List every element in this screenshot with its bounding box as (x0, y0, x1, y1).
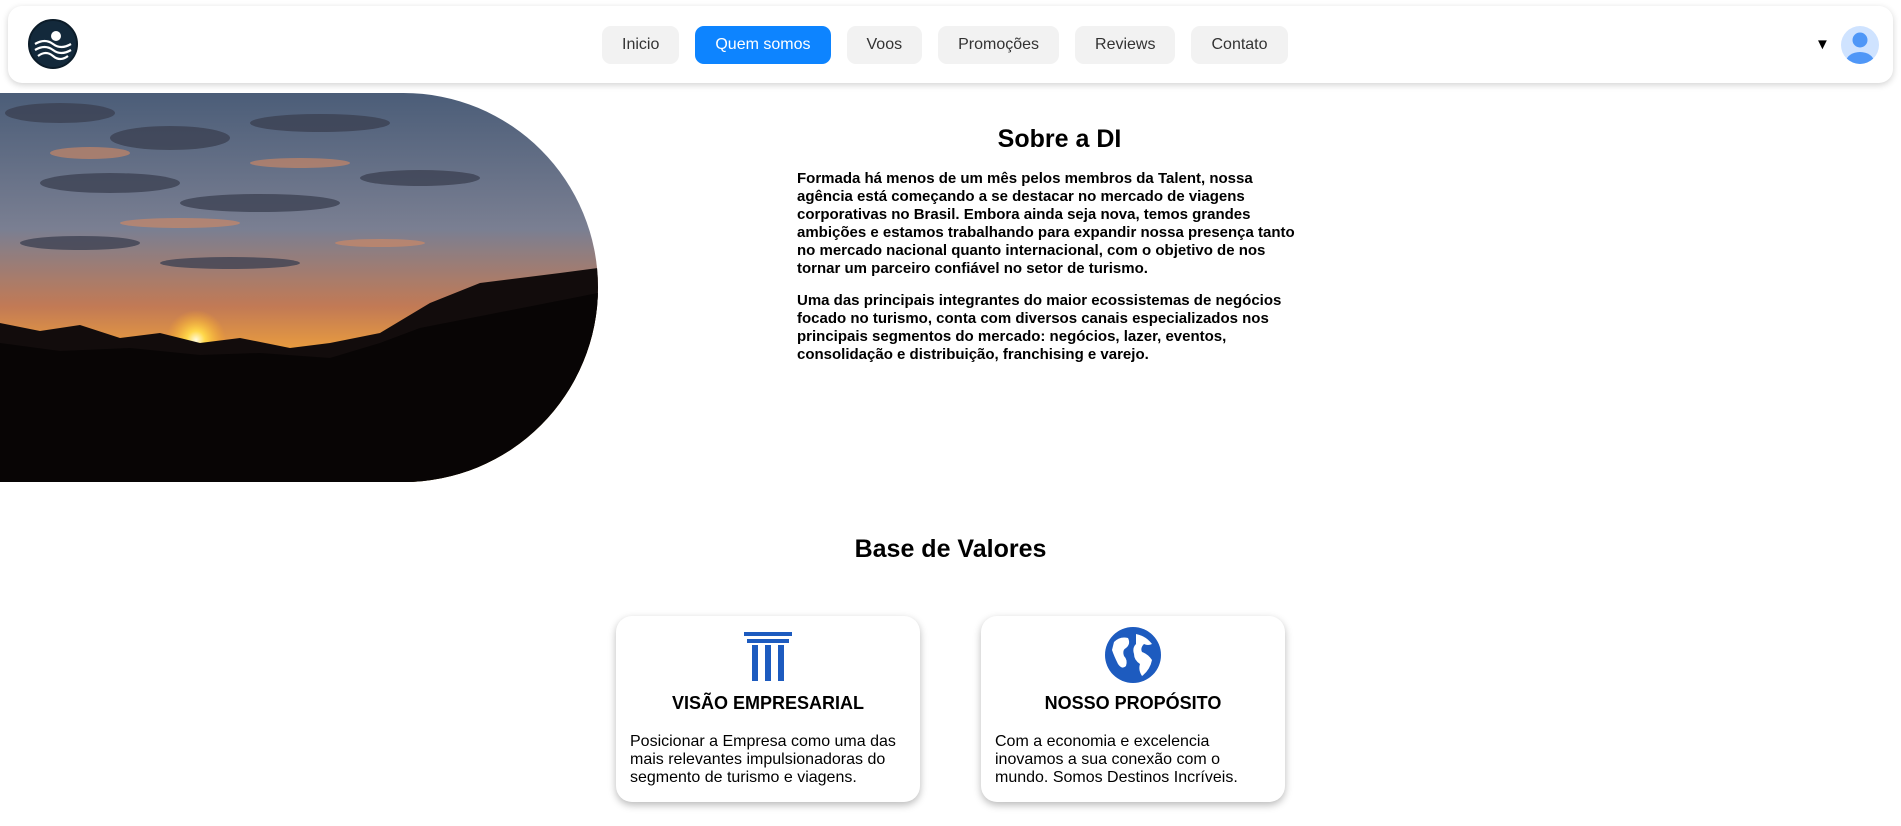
globe-icon (981, 627, 1285, 684)
nav-contato[interactable]: Contato (1191, 26, 1288, 64)
values-title: Base de Valores (854, 535, 1047, 563)
about-title: Sobre a DI (997, 125, 1122, 153)
nav-promocoes[interactable]: Promoções (938, 26, 1060, 64)
nav-quem-somos[interactable]: Quem somos (695, 26, 831, 64)
hero-sunset-image (0, 93, 598, 482)
card-title: NOSSO PROPÓSITO (1044, 693, 1222, 713)
dropdown-caret-icon[interactable]: ▼ (1815, 37, 1830, 53)
nav-voos[interactable]: Voos (846, 26, 923, 64)
nav-inicio[interactable]: Inicio (602, 26, 680, 64)
about-paragraph-2: Uma das principais integrantes do maior … (797, 292, 1282, 363)
card-text: Com a economia e excelencia inovamos a s… (995, 733, 1238, 786)
user-avatar-icon[interactable] (1841, 26, 1879, 64)
about-paragraph-1: Formada há menos de um mês pelos membros… (797, 170, 1295, 277)
column-icon (616, 630, 920, 682)
logo-icon[interactable] (28, 19, 78, 69)
about-section: Sobre a DI Formada há menos de um mês pe… (797, 125, 1297, 378)
top-navbar: Inicio Quem somos Voos Promoções Reviews… (8, 6, 1893, 83)
value-card-purpose: NOSSO PROPÓSITO Com a economia e excelen… (981, 616, 1285, 802)
main-nav: Inicio Quem somos Voos Promoções Reviews… (602, 26, 1288, 64)
card-text: Posicionar a Empresa como uma das mais r… (630, 733, 896, 786)
nav-reviews[interactable]: Reviews (1075, 26, 1176, 64)
card-title: VISÃO EMPRESARIAL (671, 693, 865, 713)
value-card-vision: VISÃO EMPRESARIAL Posicionar a Empresa c… (616, 616, 920, 802)
